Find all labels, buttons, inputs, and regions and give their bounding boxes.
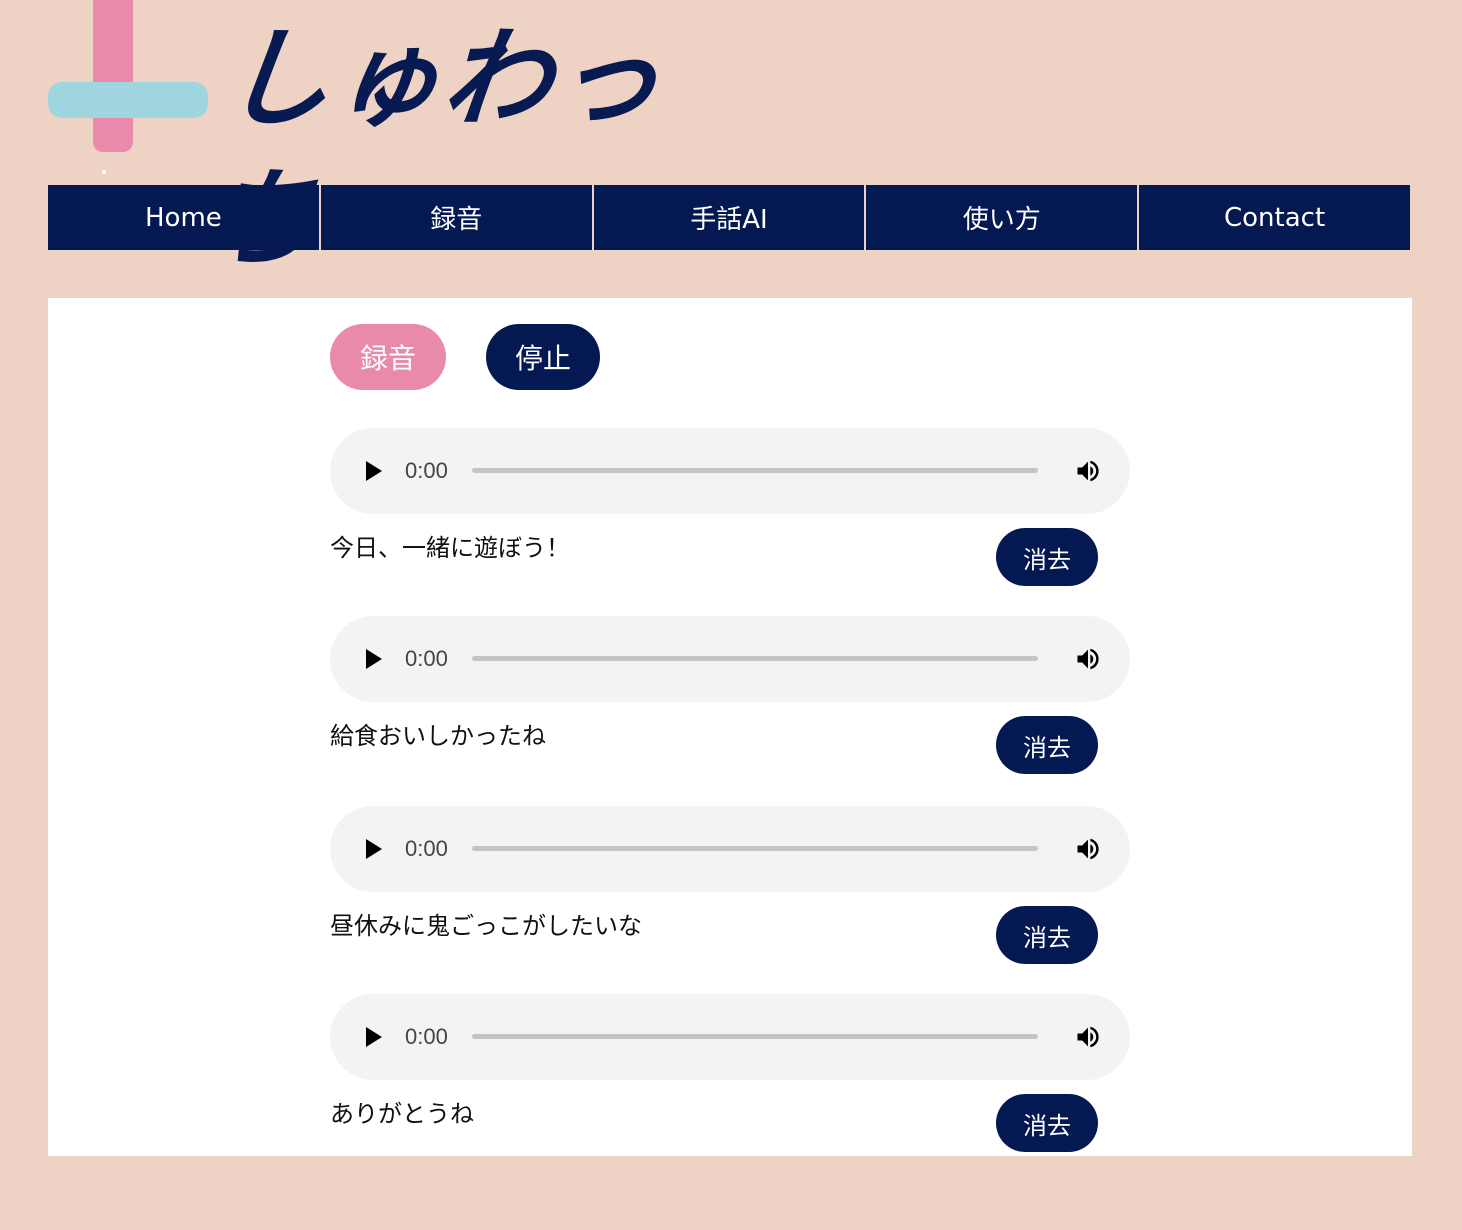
nav-item-how-to-use[interactable]: 使い方 — [864, 185, 1138, 250]
time-display: 0:00 — [405, 458, 448, 483]
recording-item: 0:00 ありがとうね 消去 — [330, 994, 1130, 1154]
delete-button[interactable]: 消去 — [996, 906, 1098, 964]
volume-icon[interactable] — [1074, 457, 1102, 485]
audio-player: 0:00 — [330, 428, 1130, 514]
record-button[interactable]: 録音 — [330, 324, 446, 390]
time-display: 0:00 — [405, 836, 448, 861]
logo-dot — [102, 170, 106, 174]
volume-icon[interactable] — [1074, 645, 1102, 673]
play-icon[interactable] — [366, 1027, 382, 1047]
audio-player: 0:00 — [330, 616, 1130, 702]
progress-track[interactable] — [472, 468, 1038, 473]
progress-track[interactable] — [472, 846, 1038, 851]
logo-cross-vertical — [93, 0, 133, 152]
volume-icon[interactable] — [1074, 835, 1102, 863]
play-icon[interactable] — [366, 839, 382, 859]
delete-button[interactable]: 消去 — [996, 716, 1098, 774]
delete-button[interactable]: 消去 — [996, 1094, 1098, 1152]
volume-icon[interactable] — [1074, 1023, 1102, 1051]
time-display: 0:00 — [405, 646, 448, 671]
audio-player: 0:00 — [330, 994, 1130, 1080]
main-nav: Home 録音 手話AI 使い方 Contact — [48, 185, 1410, 250]
recording-caption: 昼休みに鬼ごっこがしたいな — [330, 912, 642, 940]
audio-player: 0:00 — [330, 806, 1130, 892]
logo-cross-horizontal — [48, 82, 208, 118]
recording-caption: ありがとうね — [330, 1100, 474, 1128]
delete-button[interactable]: 消去 — [996, 528, 1098, 586]
nav-item-contact[interactable]: Contact — [1137, 185, 1410, 250]
nav-item-sign-language-ai[interactable]: 手話AI — [591, 185, 865, 250]
nav-item-home[interactable]: Home — [48, 185, 319, 250]
site-logo[interactable]: しゅわっち — [48, 0, 688, 282]
play-icon[interactable] — [366, 649, 382, 669]
time-display: 0:00 — [405, 1024, 448, 1049]
recording-item: 0:00 今日、一緒に遊ぼう！ 消去 — [330, 428, 1130, 588]
progress-track[interactable] — [472, 656, 1038, 661]
recording-caption: 給食おいしかったね — [330, 722, 546, 750]
recording-caption: 今日、一緒に遊ぼう！ — [330, 534, 570, 562]
play-icon[interactable] — [366, 461, 382, 481]
stop-button[interactable]: 停止 — [486, 324, 600, 390]
recording-item: 0:00 昼休みに鬼ごっこがしたいな 消去 — [330, 806, 1130, 966]
recording-panel: 録音 停止 0:00 今日、一緒に遊ぼう！ 消去 0:00 給食おいしかったね … — [48, 298, 1412, 1156]
nav-item-record[interactable]: 録音 — [318, 185, 592, 250]
recording-item: 0:00 給食おいしかったね 消去 — [330, 616, 1130, 776]
progress-track[interactable] — [472, 1034, 1038, 1039]
